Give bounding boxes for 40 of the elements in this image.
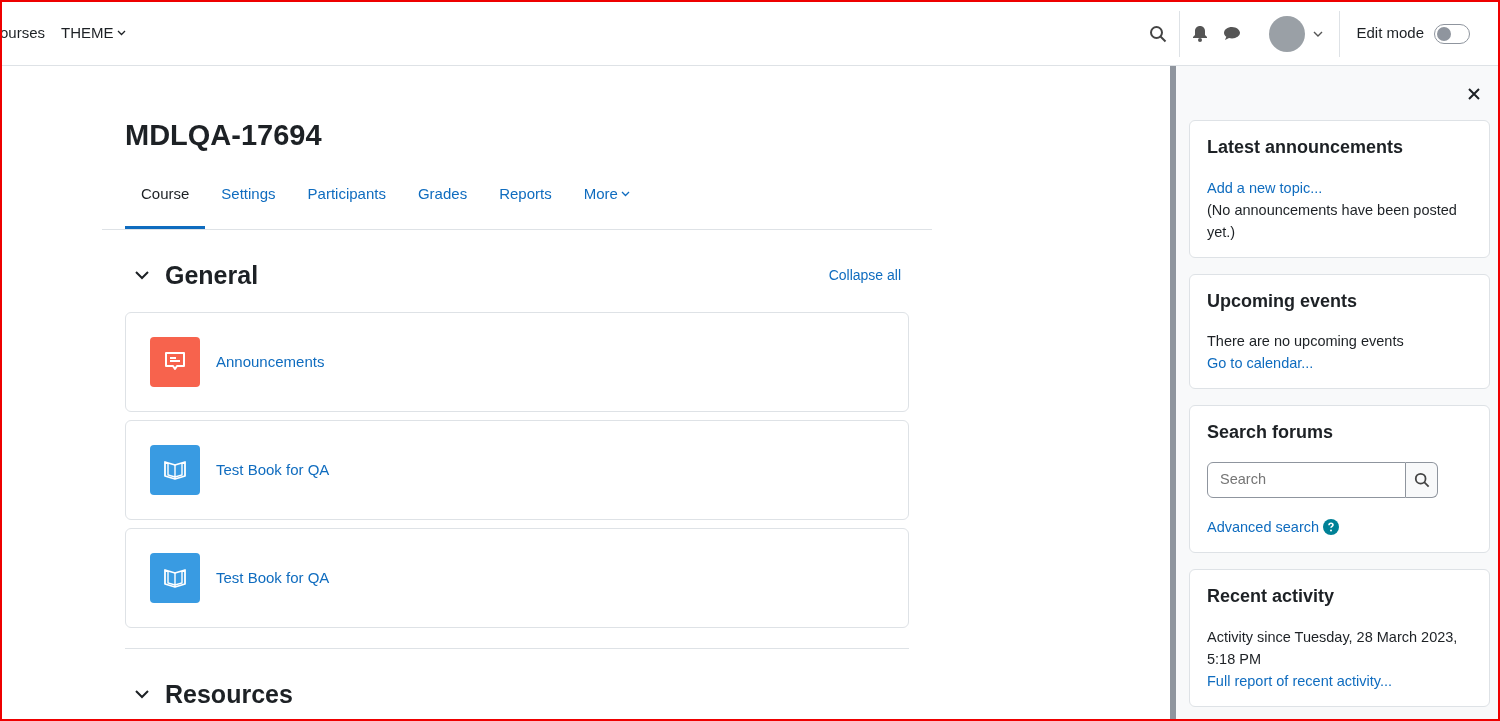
course-tab[interactable]: More: [567, 174, 646, 230]
course-tab[interactable]: Course: [125, 174, 206, 230]
collapse-all-link[interactable]: Collapse all: [828, 264, 901, 286]
book-icon: [150, 553, 200, 604]
block-title: Recent activity: [1207, 586, 1336, 608]
course-tab[interactable]: Participants: [291, 174, 402, 230]
block-title: Upcoming events: [1207, 290, 1359, 313]
course-tab[interactable]: Settings: [205, 174, 292, 230]
block-title: Search forums: [1207, 422, 1335, 444]
help-icon[interactable]: [1323, 518, 1340, 535]
search-field[interactable]: Search: [1207, 461, 1406, 498]
activity-link[interactable]: Test Book for QA: [216, 459, 330, 482]
book-icon: [150, 445, 200, 496]
activity-link[interactable]: Announcements: [216, 351, 325, 374]
search-button[interactable]: [1406, 461, 1438, 498]
advanced-search-link[interactable]: Advanced search: [1207, 518, 1320, 535]
nav-menu-link[interactable]: THEME: [61, 22, 126, 45]
course-tab[interactable]: Reports: [483, 174, 568, 230]
course-tab[interactable]: Grades: [401, 174, 484, 230]
section-title: General: [165, 260, 259, 291]
scrollbar[interactable]: [1170, 66, 1176, 719]
block-link[interactable]: Full report of recent activity...: [1207, 669, 1472, 692]
caret-icon[interactable]: [1313, 30, 1324, 37]
block-title: Latest announcements: [1207, 137, 1405, 159]
block-text: (No announcements have been posted yet.): [1207, 200, 1458, 242]
block-text: Activity since Tuesday, 28 March 2023, 5:18 PM: [1207, 627, 1459, 669]
search-icon[interactable]: [1149, 24, 1168, 43]
activity-link[interactable]: Test Book for QA: [216, 567, 330, 590]
block-link[interactable]: Add a new topic...: [1207, 176, 1472, 199]
block-link[interactable]: Go to calendar...: [1207, 352, 1472, 375]
chat-bubble-icon: [150, 337, 200, 388]
course-title: MDLQA-17694: [125, 118, 323, 153]
block-text: There are no upcoming events: [1207, 332, 1405, 352]
search-icon: [1413, 471, 1430, 488]
user-avatar[interactable]: [1269, 15, 1306, 52]
chat-icon[interactable]: [1223, 26, 1242, 41]
edit-mode-toggle[interactable]: [1434, 23, 1470, 44]
section-title: Resources: [165, 679, 293, 710]
edit-mode-label: Edit mode: [1356, 23, 1424, 44]
bell-icon[interactable]: [1192, 25, 1209, 42]
